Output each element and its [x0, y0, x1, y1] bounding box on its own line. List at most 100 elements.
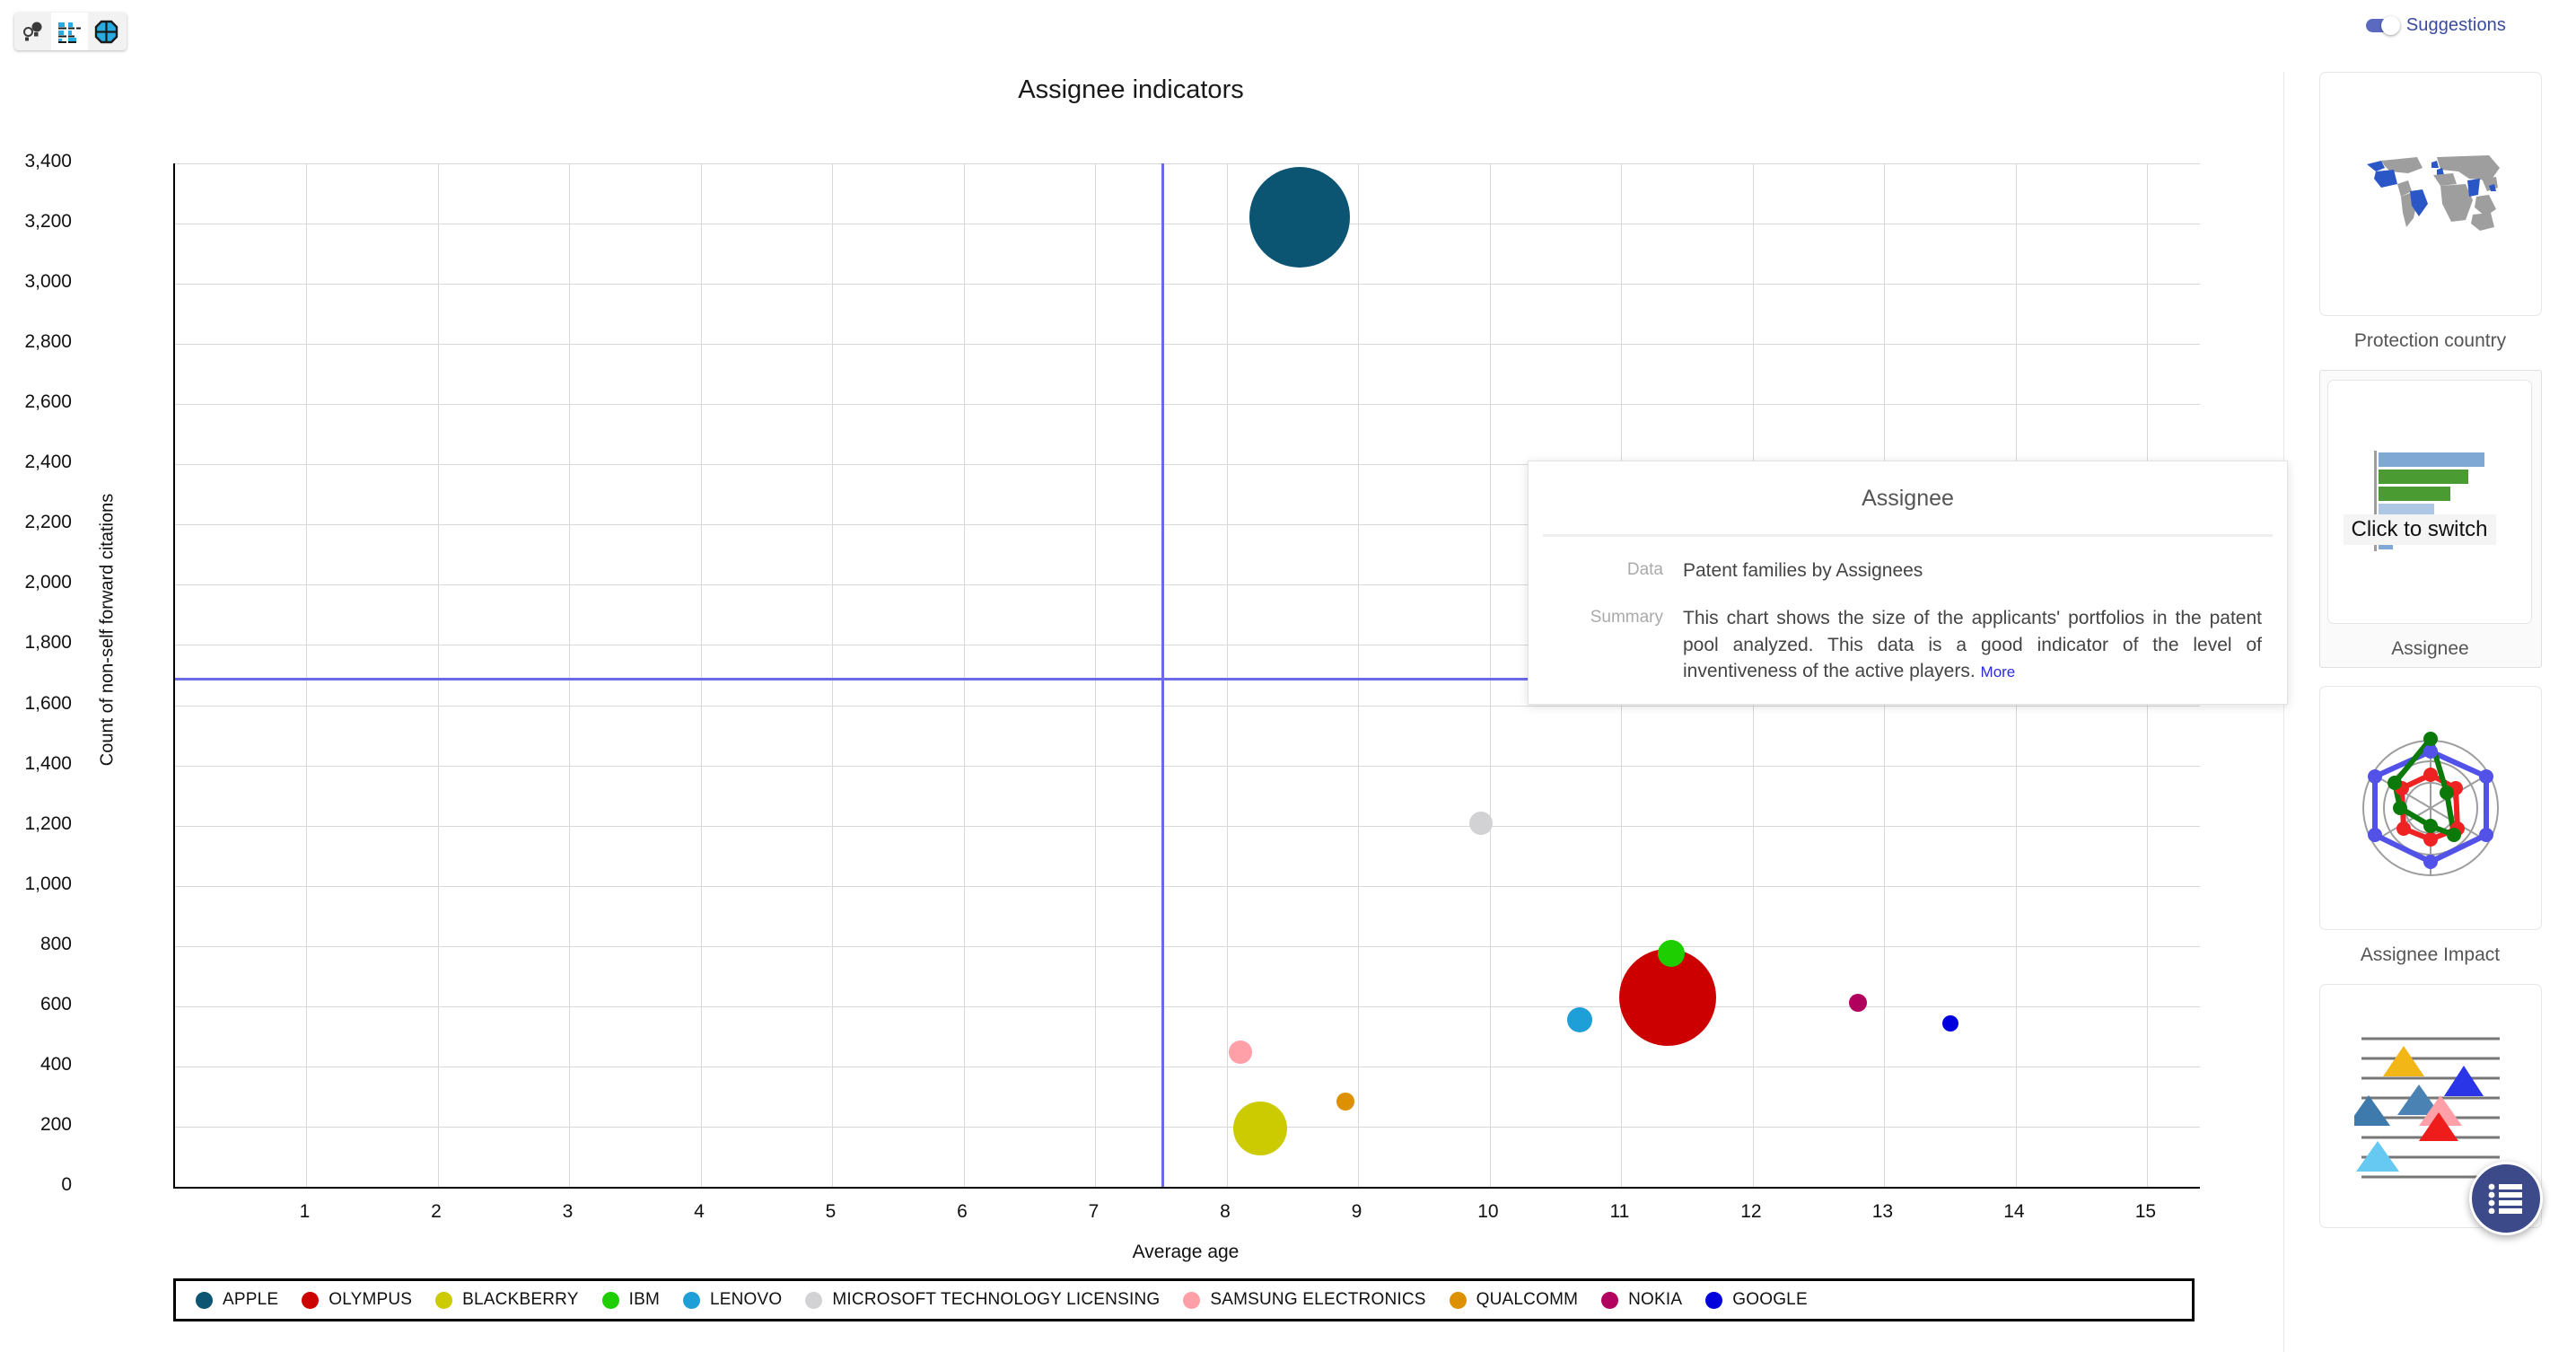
- legend-label: GOOGLE: [1732, 1290, 1808, 1309]
- x-axis-tick-label: 10: [1477, 1201, 1499, 1222]
- x-axis-label: Average age: [1132, 1242, 1240, 1262]
- x-axis-tick-label: 1: [299, 1201, 311, 1222]
- bubble-blackberry[interactable]: [1232, 1101, 1287, 1155]
- legend-item[interactable]: SAMSUNG ELECTRONICS: [1183, 1290, 1425, 1310]
- x-axis-tick-label: 5: [825, 1201, 837, 1222]
- world-map-icon: [2366, 155, 2500, 231]
- x-axis-tick-label: 15: [2134, 1201, 2157, 1222]
- legend-label: OLYMPUS: [329, 1290, 413, 1309]
- legend-label: MICROSOFT TECHNOLOGY LICENSING: [832, 1290, 1161, 1309]
- info-popup: Assignee Data Patent families by Assigne…: [1528, 461, 2288, 705]
- legend-item[interactable]: GOOGLE: [1705, 1290, 1808, 1310]
- gridline-vertical: [1489, 163, 1491, 1187]
- legend-label: SAMSUNG ELECTRONICS: [1210, 1290, 1426, 1309]
- scatter-triangles-icon: [2353, 1037, 2500, 1178]
- bubble-lenovo[interactable]: [1566, 1006, 1592, 1032]
- y-axis-tick-label: 3,000: [24, 271, 72, 293]
- info-row-data: Data Patent families by Assignees: [1529, 557, 2287, 584]
- legend-item[interactable]: QUALCOMM: [1449, 1290, 1579, 1310]
- gridline-horizontal: [175, 163, 2200, 164]
- list-view-fab-button[interactable]: [2469, 1162, 2543, 1235]
- gridline-horizontal: [175, 1005, 2200, 1007]
- gridline-horizontal: [175, 825, 2200, 827]
- y-axis-tick-label: 600: [39, 993, 72, 1014]
- legend-label: LENOVO: [710, 1290, 783, 1309]
- suggestion-card-assignee-impact[interactable]: Assignee Impact: [2318, 686, 2542, 966]
- bubble-nokia[interactable]: [1849, 994, 1868, 1013]
- legend-item[interactable]: APPLE: [196, 1290, 278, 1310]
- y-axis-tick-label: 3,400: [24, 151, 72, 171]
- chart-title: Assignee indicators: [1018, 75, 1244, 104]
- legend-color-dot: [196, 1291, 213, 1309]
- gridline-horizontal: [175, 705, 2200, 707]
- y-axis-tick-label: 800: [39, 933, 72, 954]
- legend-item[interactable]: NOKIA: [1601, 1290, 1682, 1310]
- bubble-microsoft-technology-licensing[interactable]: [1468, 811, 1493, 835]
- y-axis-tick-label: 3,200: [24, 211, 72, 233]
- legend-color-dot: [601, 1291, 619, 1309]
- info-summary-value: This chart shows the size of the applica…: [1683, 605, 2262, 685]
- x-axis-tick-label: 2: [431, 1201, 442, 1222]
- reference-line-vertical: [1161, 163, 1164, 1187]
- gridline-vertical: [700, 163, 702, 1187]
- legend-color-dot: [1705, 1291, 1723, 1309]
- y-axis-label-wrap: Count of non-self forward citations: [54, 0, 118, 1352]
- suggestion-thumb-assignee-impact[interactable]: [2318, 686, 2542, 930]
- legend-color-dot: [435, 1291, 453, 1309]
- legend-color-dot: [1183, 1291, 1201, 1309]
- gridline-vertical: [1226, 163, 1228, 1187]
- gridline-horizontal: [175, 945, 2200, 947]
- gridline-horizontal: [175, 765, 2200, 767]
- x-axis-tick-label: 7: [1088, 1201, 1100, 1222]
- legend-label: NOKIA: [1628, 1290, 1683, 1309]
- y-axis-tick-label: 2,400: [24, 452, 72, 473]
- x-axis-tick-label: 14: [2003, 1201, 2025, 1222]
- info-more-link[interactable]: More: [1981, 663, 2016, 680]
- x-axis-tick-label: 9: [1351, 1201, 1362, 1222]
- info-summary-text: This chart shows the size of the applica…: [1683, 607, 2262, 682]
- legend-item[interactable]: MICROSOFT TECHNOLOGY LICENSING: [805, 1290, 1160, 1310]
- y-axis-tick-label: 200: [39, 1113, 72, 1135]
- legend-color-dot: [683, 1291, 700, 1309]
- gridline-vertical: [306, 163, 308, 1187]
- gridline-vertical: [569, 163, 571, 1187]
- suggestion-thumb-protection-country[interactable]: [2318, 72, 2542, 316]
- bubble-samsung-electronics[interactable]: [1228, 1040, 1252, 1064]
- bubble-qualcomm[interactable]: [1336, 1093, 1354, 1111]
- suggestions-toggle[interactable]: [2365, 16, 2400, 35]
- y-axis-tick-label: 1,200: [24, 812, 72, 834]
- gridline-horizontal: [175, 1126, 2200, 1128]
- bubble-apple[interactable]: [1249, 167, 1350, 268]
- chart-legend: APPLE OLYMPUS BLACKBERRY IBM LENOVO MICROSOFT…: [173, 1278, 2195, 1321]
- click-to-switch-tooltip: Click to switch: [2343, 514, 2496, 545]
- legend-item[interactable]: LENOVO: [683, 1290, 782, 1310]
- gridline-vertical: [1358, 163, 1360, 1187]
- y-axis-tick-label: 2,200: [24, 512, 72, 533]
- suggestion-caption-assignee: Assignee: [2391, 638, 2469, 659]
- y-axis-label: Count of non-self forward citations: [97, 493, 118, 767]
- gridline-horizontal: [175, 404, 2200, 406]
- suggestion-thumb-assignee[interactable]: [2326, 380, 2532, 624]
- legend-color-dot: [302, 1291, 320, 1309]
- legend-item[interactable]: IBM: [601, 1290, 660, 1310]
- suggestions-sidebar: Protection country Click to switch Assig…: [2283, 72, 2576, 1352]
- legend-item[interactable]: BLACKBERRY: [435, 1290, 578, 1310]
- x-axis-tick-label: 11: [1609, 1201, 1630, 1222]
- legend-item[interactable]: OLYMPUS: [302, 1290, 412, 1310]
- bubble-google[interactable]: [1941, 1014, 1958, 1032]
- x-axis-tick-label: 6: [957, 1201, 968, 1222]
- legend-color-dot: [805, 1291, 823, 1309]
- suggestion-card-protection-country[interactable]: Protection country: [2318, 72, 2542, 352]
- suggestion-card-assignee[interactable]: Click to switch Assignee: [2318, 370, 2542, 668]
- legend-color-dot: [1601, 1291, 1619, 1309]
- y-axis-tick-label: 1,000: [24, 873, 72, 894]
- y-axis-tick-label: 1,400: [24, 752, 72, 774]
- gridline-horizontal: [175, 284, 2200, 285]
- suggestions-label: Suggestions: [2405, 15, 2506, 35]
- list-icon: [2488, 1183, 2522, 1214]
- y-axis-tick-label: 1,600: [24, 692, 72, 714]
- toggle-knob: [2380, 16, 2400, 35]
- gridline-vertical: [437, 163, 439, 1187]
- gridline-horizontal: [175, 885, 2200, 887]
- info-row-summary: Summary This chart shows the size of the…: [1529, 605, 2287, 685]
